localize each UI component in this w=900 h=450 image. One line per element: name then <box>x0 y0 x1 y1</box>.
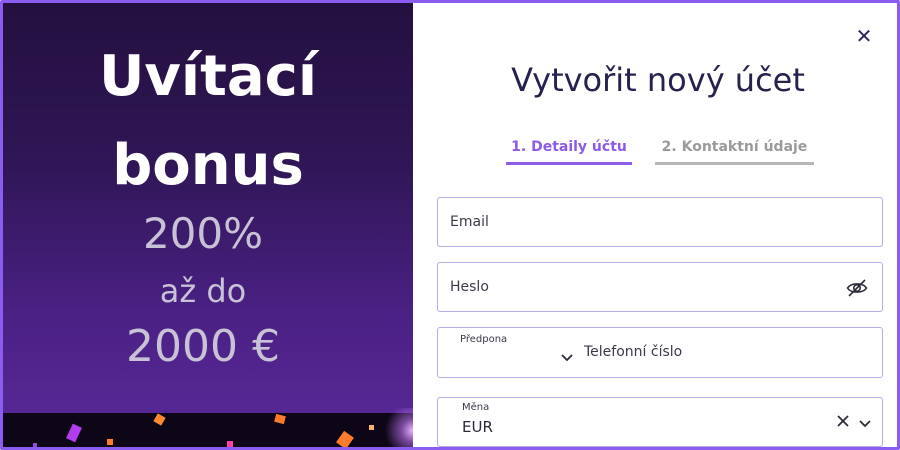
signup-modal: Uvítací bonus 200% až do 2000 € ✕ Vytvoř… <box>0 0 900 450</box>
email-field[interactable]: Email <box>437 197 883 247</box>
glow-decoration <box>383 408 413 447</box>
chevron-down-icon <box>560 350 574 362</box>
welcome-bonus-panel: Uvítací bonus 200% až do 2000 € <box>3 3 413 447</box>
promo-percent: 200% <box>142 209 264 258</box>
currency-label: Měna <box>462 402 490 413</box>
phone-field: Předpona Telefonní číslo <box>437 327 883 378</box>
prefix-select[interactable]: Předpona <box>450 332 573 376</box>
signup-form-panel: ✕ Vytvořit nový účet 1. Detaily účtu 2. … <box>413 3 897 447</box>
password-placeholder: Heslo <box>450 279 489 295</box>
currency-select[interactable]: Měna EUR <box>437 397 883 447</box>
currency-value: EUR <box>462 418 493 436</box>
promo-title-line2: bonus <box>112 133 304 198</box>
promo-upto: až do <box>159 272 247 310</box>
email-placeholder: Email <box>450 214 489 230</box>
chevron-down-icon[interactable] <box>858 416 872 428</box>
tab-contact-details[interactable]: 2. Kontaktní údaje <box>655 139 814 165</box>
close-icon[interactable]: ✕ <box>853 25 875 47</box>
tab-account-details[interactable]: 1. Detaily účtu <box>506 139 632 165</box>
eye-off-icon[interactable] <box>846 278 868 298</box>
promo-amount: 2000 € <box>126 321 280 372</box>
confetti-decoration <box>3 413 413 447</box>
modal-title: Vytvořit nový účet <box>511 61 805 99</box>
password-field[interactable]: Heslo <box>437 262 883 312</box>
phone-input[interactable]: Telefonní číslo <box>584 344 682 360</box>
promo-title-line1: Uvítací <box>98 44 318 109</box>
prefix-label: Předpona <box>460 334 508 345</box>
clear-icon[interactable] <box>836 414 850 428</box>
